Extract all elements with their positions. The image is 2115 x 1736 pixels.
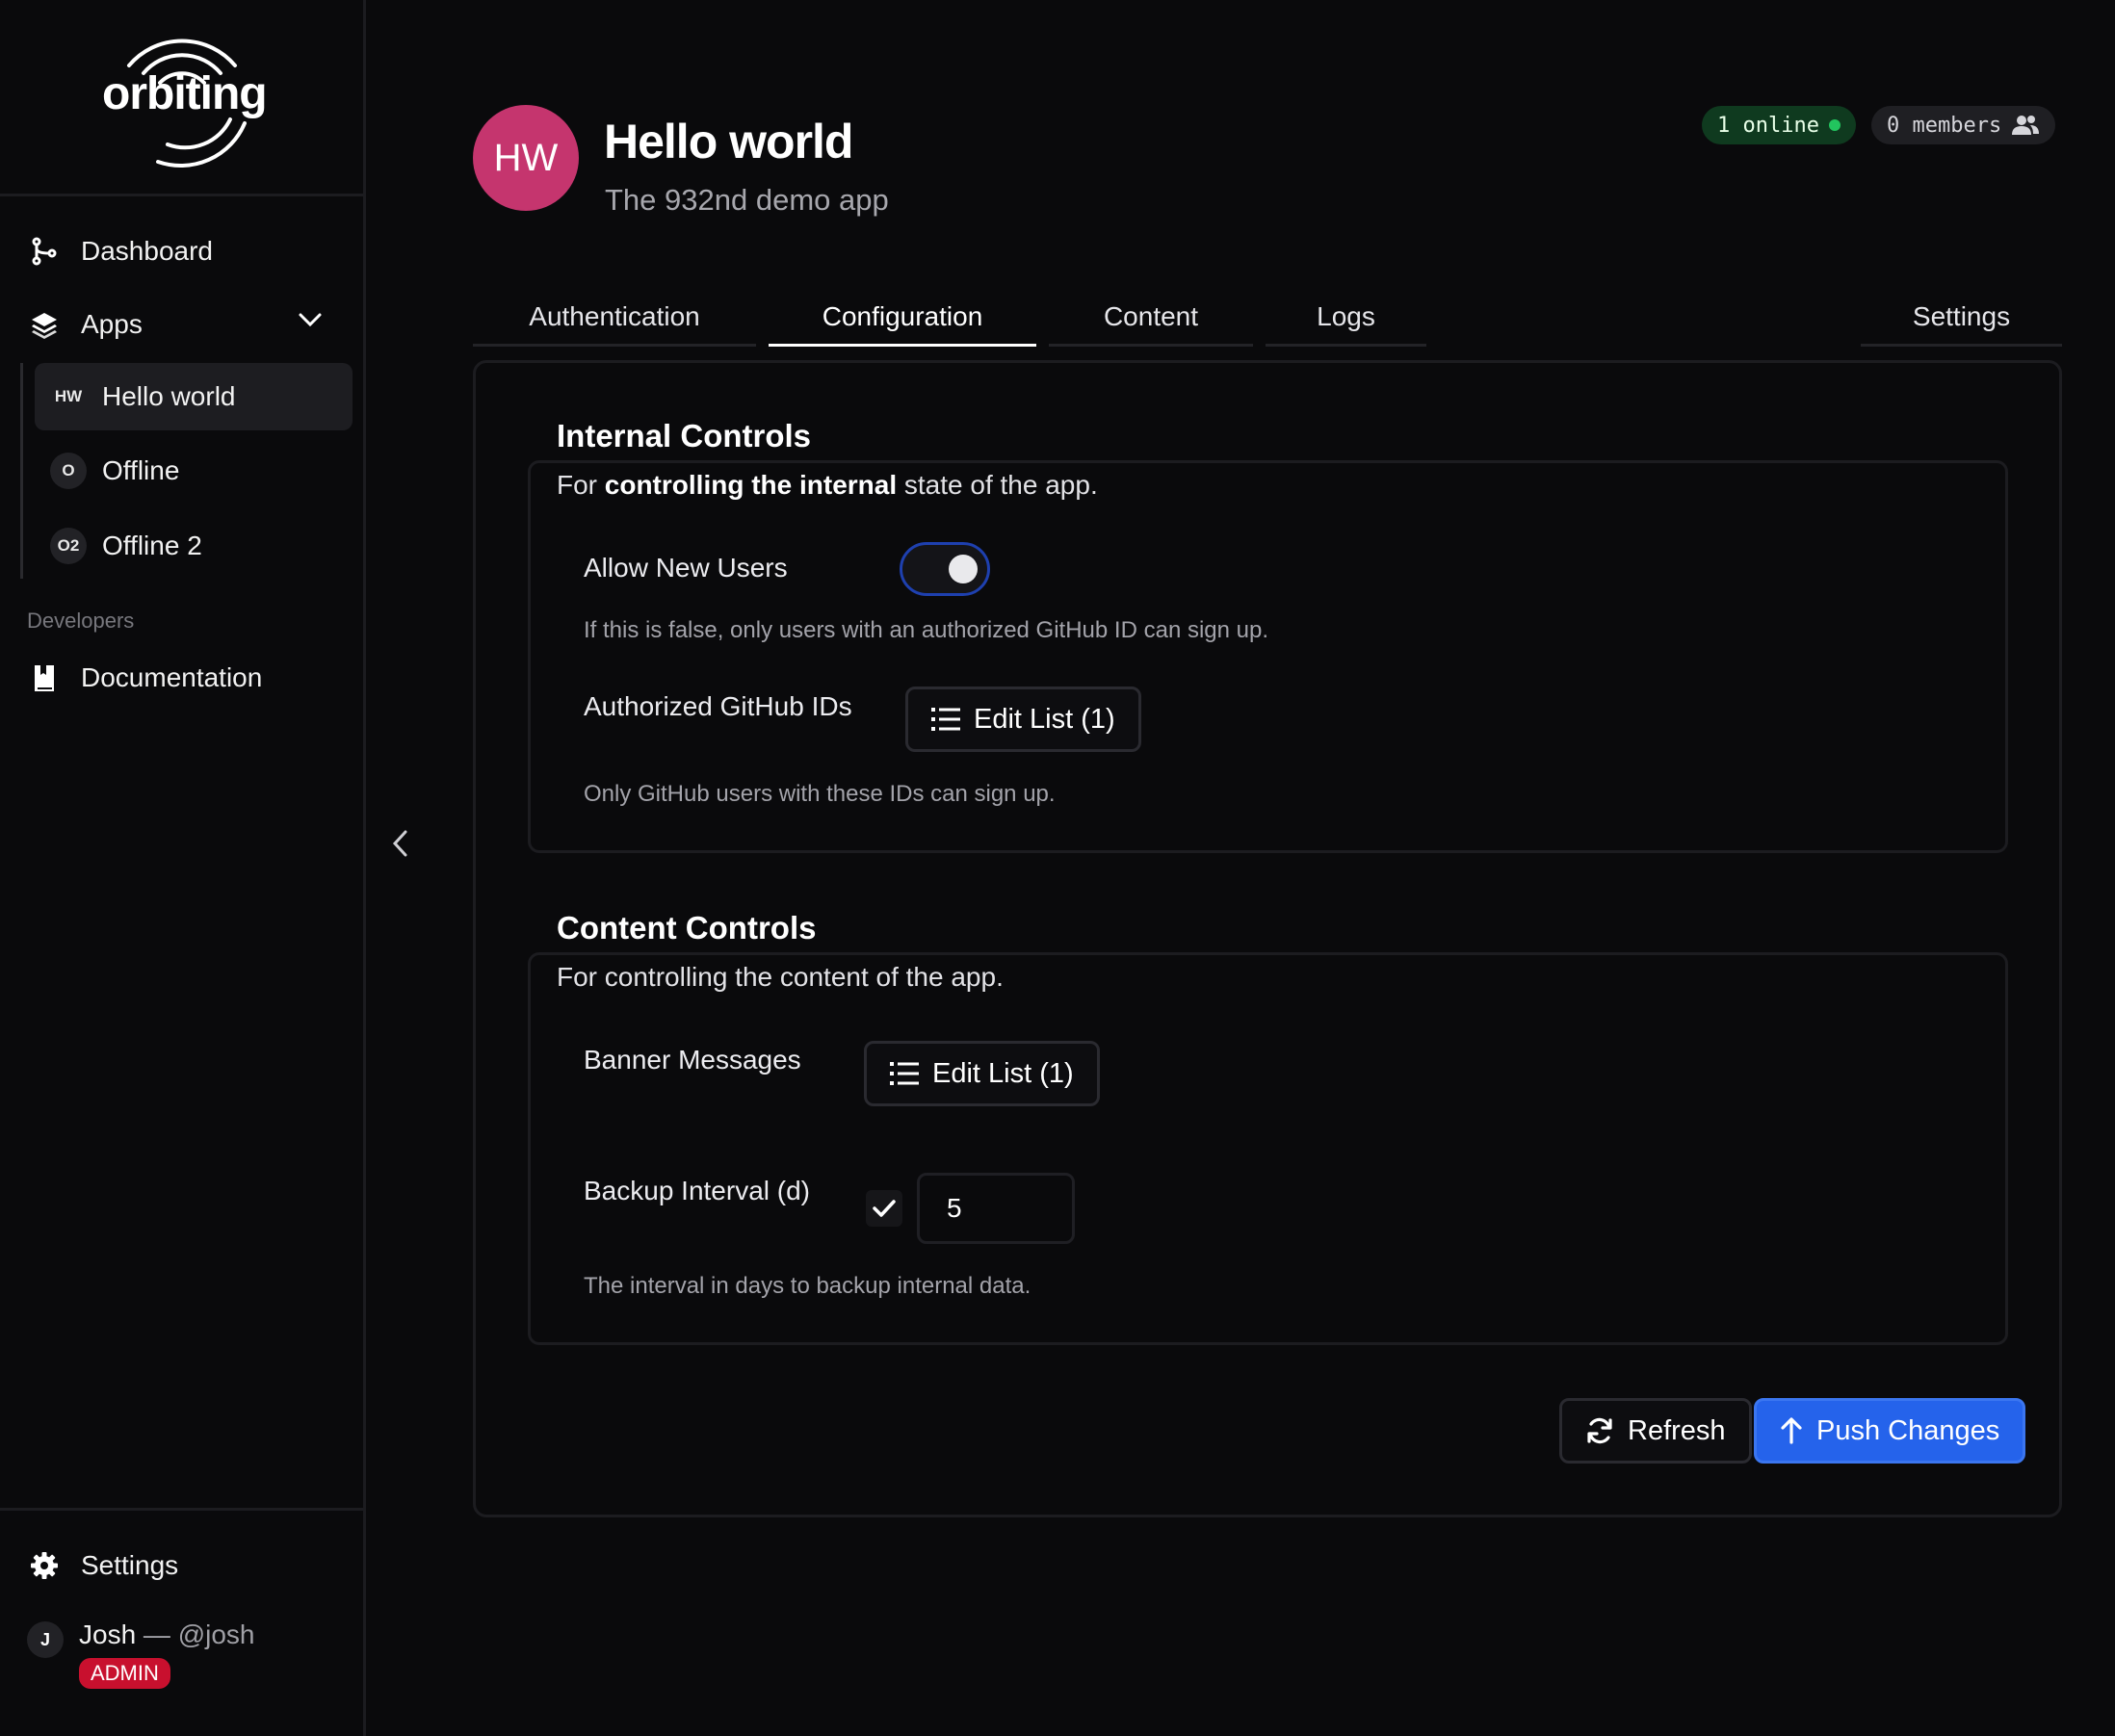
app-name: Offline xyxy=(102,455,180,485)
toggle-knob xyxy=(949,555,978,583)
app-badge: O2 xyxy=(50,528,87,564)
section-developers: Developers xyxy=(27,609,135,633)
app-tree-line xyxy=(20,363,23,579)
nav-dashboard-label: Dashboard xyxy=(81,236,213,266)
book-icon xyxy=(27,661,62,695)
edit-github-ids-button[interactable]: Edit List (1) xyxy=(905,687,1141,752)
nav-settings-label: Settings xyxy=(81,1550,179,1580)
refresh-icon xyxy=(1587,1417,1612,1444)
desc-prefix: For xyxy=(557,470,605,500)
github-ids-help: Only GitHub users with these IDs can sig… xyxy=(584,781,1056,807)
sidebar: orbiting Dashboard Apps HW Hello world O… xyxy=(0,0,366,1736)
edit-banner-messages-label: Edit List (1) xyxy=(932,1057,1074,1089)
role-badge: ADMIN xyxy=(79,1658,170,1689)
page-subtitle: The 932nd demo app xyxy=(605,183,889,217)
tab-configuration[interactable]: Configuration xyxy=(769,289,1036,347)
backup-interval-input[interactable] xyxy=(917,1173,1075,1244)
app-badge: HW xyxy=(54,387,83,405)
content-controls-description: For controlling the content of the app. xyxy=(557,962,1004,992)
nav-apps-label: Apps xyxy=(81,309,143,339)
list-icon xyxy=(890,1062,919,1085)
sidebar-app-hello-world[interactable]: HW Hello world xyxy=(35,363,352,430)
page-title: Hello world xyxy=(604,115,853,168)
layers-icon xyxy=(27,307,62,342)
online-label: 1 online xyxy=(1717,113,1819,138)
refresh-button[interactable]: Refresh xyxy=(1559,1398,1752,1464)
gear-icon xyxy=(27,1548,62,1583)
members-label: 0 members xyxy=(1887,113,2002,138)
members-badge[interactable]: 0 members xyxy=(1871,106,2056,144)
user-name-line: Josh — @josh xyxy=(79,1619,255,1650)
tab-authentication[interactable]: Authentication xyxy=(473,289,756,347)
collapse-sidebar-button[interactable] xyxy=(389,826,412,866)
nav-documentation[interactable]: Documentation xyxy=(27,651,262,705)
app-avatar: HW xyxy=(473,105,579,211)
users-icon xyxy=(2012,116,2040,135)
tab-content[interactable]: Content xyxy=(1049,289,1253,347)
tab-settings[interactable]: Settings xyxy=(1861,289,2062,347)
internal-controls-description: For controlling the internal state of th… xyxy=(557,470,1098,501)
nav-settings[interactable]: Settings xyxy=(27,1539,178,1593)
desc-suffix: state of the app. xyxy=(897,470,1098,500)
sidebar-divider xyxy=(0,1508,363,1511)
user-profile[interactable]: J Josh — @josh ADMIN xyxy=(27,1619,255,1689)
internal-controls-title: Internal Controls xyxy=(557,418,818,454)
allow-new-users-help: If this is false, only users with an aut… xyxy=(584,617,1269,643)
list-icon xyxy=(931,708,960,731)
github-ids-label: Authorized GitHub IDs xyxy=(584,691,852,721)
sidebar-app-offline[interactable]: O Offline xyxy=(35,437,352,505)
refresh-label: Refresh xyxy=(1628,1414,1726,1446)
user-handle: @josh xyxy=(177,1619,255,1649)
banner-messages-label: Banner Messages xyxy=(584,1045,801,1075)
allow-new-users-toggle[interactable] xyxy=(900,542,990,596)
chevron-down-icon[interactable] xyxy=(297,310,324,334)
user-separator: — xyxy=(136,1619,178,1649)
edit-github-ids-label: Edit List (1) xyxy=(974,703,1115,735)
logo[interactable]: orbiting xyxy=(0,0,363,196)
check-icon xyxy=(873,1200,896,1217)
logo-text: orbiting xyxy=(102,68,268,119)
desc-bold: controlling the internal xyxy=(604,470,898,500)
push-changes-button[interactable]: Push Changes xyxy=(1754,1398,2026,1464)
backup-interval-checkbox[interactable] xyxy=(866,1190,902,1227)
online-badge: 1 online xyxy=(1702,106,1856,144)
tab-logs[interactable]: Logs xyxy=(1266,289,1426,347)
edit-banner-messages-button[interactable]: Edit List (1) xyxy=(864,1041,1100,1106)
arrow-up-icon xyxy=(1781,1417,1802,1444)
branch-icon xyxy=(27,234,62,269)
app-name: Hello world xyxy=(102,381,236,411)
app-name: Offline 2 xyxy=(102,531,202,560)
nav-apps[interactable]: Apps xyxy=(27,298,143,351)
allow-new-users-label: Allow New Users xyxy=(584,553,788,583)
nav-documentation-label: Documentation xyxy=(81,662,263,692)
nav-dashboard[interactable]: Dashboard xyxy=(27,224,213,278)
online-dot-icon xyxy=(1828,119,1841,131)
app-badge: O xyxy=(50,453,87,489)
backup-interval-label: Backup Interval (d) xyxy=(584,1176,810,1205)
chevron-left-icon xyxy=(392,830,407,857)
sidebar-app-offline-2[interactable]: O2 Offline 2 xyxy=(35,512,352,580)
avatar: J xyxy=(27,1621,64,1658)
content-controls-title: Content Controls xyxy=(557,910,822,946)
push-changes-label: Push Changes xyxy=(1816,1414,2000,1446)
backup-interval-help: The interval in days to backup internal … xyxy=(584,1273,1031,1299)
user-name: Josh xyxy=(79,1619,137,1649)
